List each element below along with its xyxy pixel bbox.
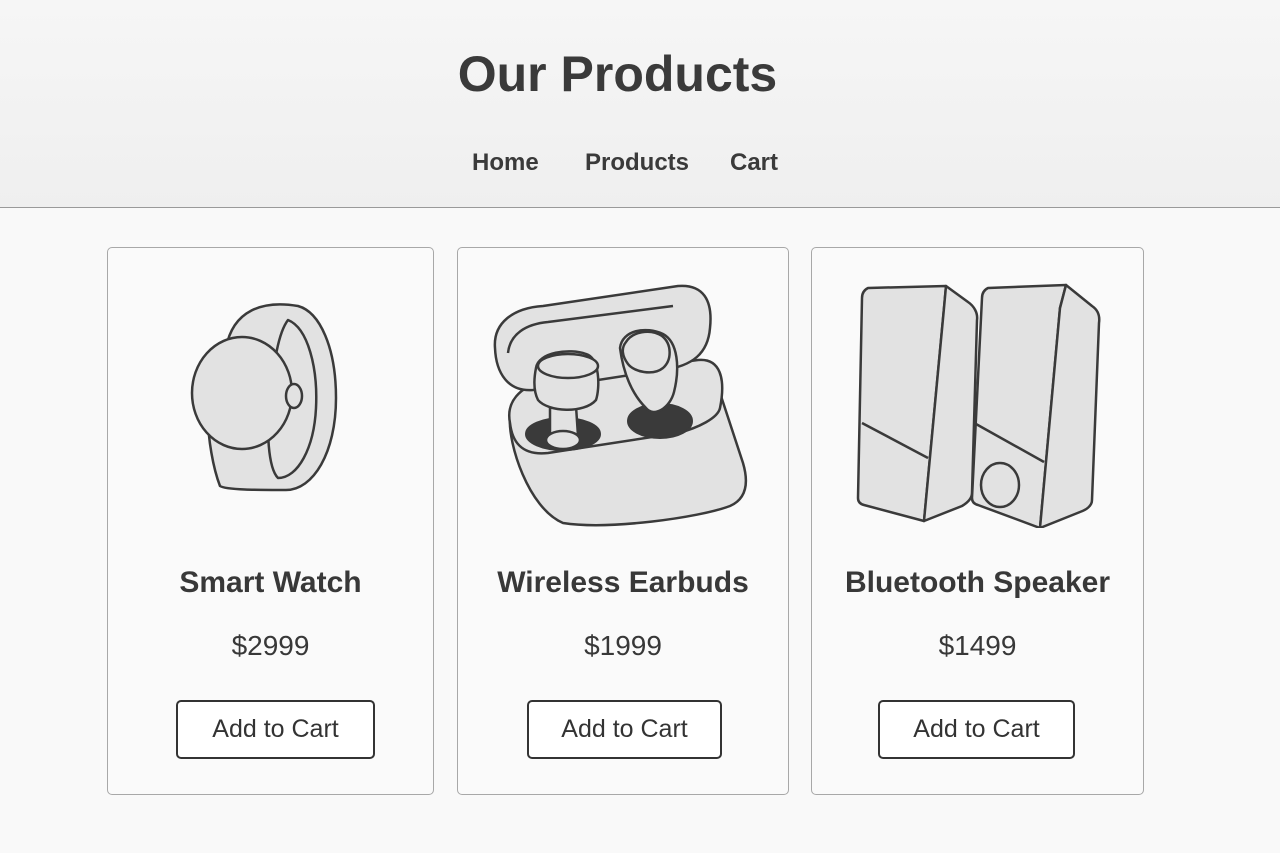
add-to-cart-button[interactable]: Add to Cart [176, 700, 375, 759]
smart-watch-icon [190, 303, 338, 492]
product-price: $2999 [231, 630, 310, 661]
product-name: Bluetooth Speaker [844, 566, 1111, 599]
product-name: Wireless Earbuds [497, 566, 749, 599]
product-price: $1499 [938, 630, 1017, 661]
bluetooth-speaker-icon [856, 283, 1101, 528]
product-image-bluetooth-speaker [812, 268, 1143, 538]
product-name: Smart Watch [179, 566, 362, 599]
product-image-smart-watch [108, 268, 433, 538]
add-to-cart-button[interactable]: Add to Cart [878, 700, 1075, 759]
nav-link-cart[interactable]: Cart [730, 146, 778, 180]
product-image-wireless-earbuds [458, 268, 788, 538]
add-to-cart-button[interactable]: Add to Cart [527, 700, 722, 759]
page-title: Our Products [457, 46, 778, 102]
wireless-earbuds-icon [493, 284, 748, 527]
main-nav: Home Products Cart [0, 146, 1280, 180]
product-card-wireless-earbuds: Wireless Earbuds $1999 Add to Cart [457, 247, 789, 795]
nav-link-home[interactable]: Home [472, 146, 539, 180]
site-header: Our Products Home Products Cart [0, 0, 1280, 208]
product-card-bluetooth-speaker: Bluetooth Speaker $1499 Add to Cart [811, 247, 1144, 795]
product-price: $1999 [584, 630, 662, 661]
product-card-smart-watch: Smart Watch $2999 Add to Cart [107, 247, 434, 795]
nav-link-products[interactable]: Products [585, 146, 689, 180]
